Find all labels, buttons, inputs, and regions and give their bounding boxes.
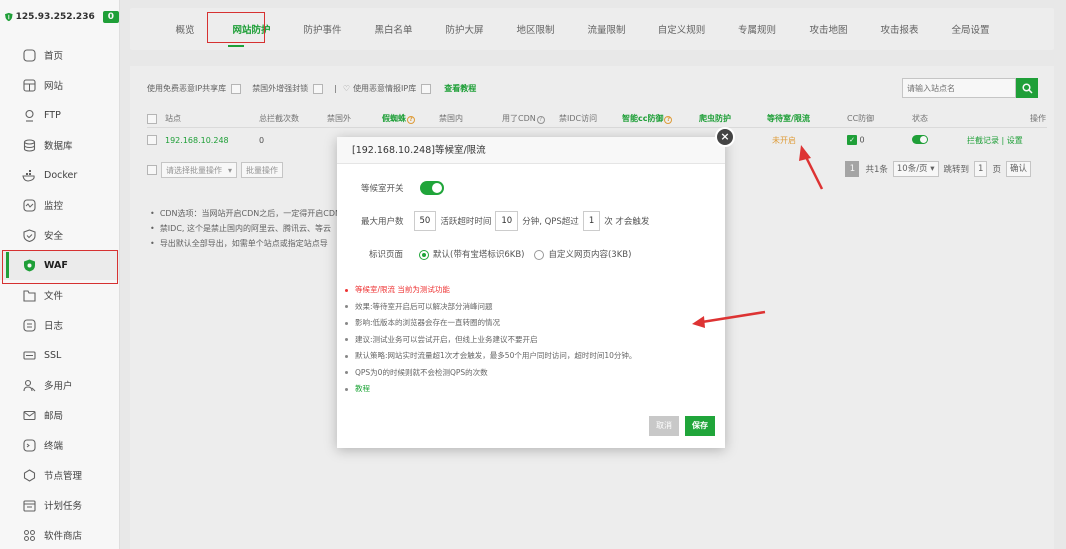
arrow-to-modal	[692, 310, 766, 328]
annotation-arrows	[692, 145, 824, 328]
arrow-to-wait-room	[799, 145, 824, 190]
